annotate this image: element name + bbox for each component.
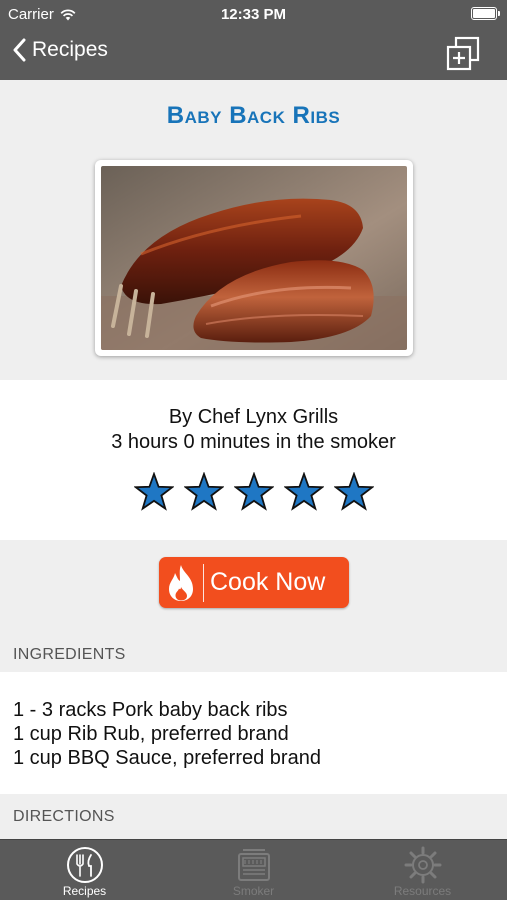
recipe-info: By Chef Lynx Grills 3 hours 0 minutes in… bbox=[0, 380, 507, 540]
gear-icon bbox=[404, 846, 441, 884]
recipe-hero: Baby Back Ribs bbox=[0, 80, 507, 380]
ingredients-header: INGREDIENTS bbox=[0, 632, 507, 672]
star-icon[interactable] bbox=[283, 472, 324, 512]
cook-now-section: Cook Now bbox=[0, 540, 507, 632]
status-bar: Carrier 12:33 PM bbox=[0, 0, 507, 28]
add-to-list-button[interactable] bbox=[443, 34, 483, 74]
chevron-left-icon bbox=[13, 38, 26, 62]
tab-recipes[interactable]: Recipes bbox=[0, 840, 169, 900]
chef-name: By Chef Lynx Grills bbox=[168, 406, 339, 428]
directions-header: DIRECTIONS bbox=[0, 794, 507, 836]
add-copy-icon bbox=[446, 36, 480, 71]
back-button[interactable]: Recipes bbox=[12, 38, 108, 62]
ingredient-item: 1 cup Rib Rub, preferred brand bbox=[13, 723, 289, 745]
tab-label: Smoker bbox=[232, 884, 275, 898]
smoke-time: 3 hours 0 minutes in the smoker bbox=[111, 431, 396, 453]
back-label: Recipes bbox=[32, 38, 108, 61]
battery-icon bbox=[471, 7, 500, 20]
star-icon[interactable] bbox=[233, 472, 274, 512]
cook-now-button[interactable]: Cook Now bbox=[159, 557, 349, 608]
button-divider bbox=[203, 563, 204, 602]
rating-stars[interactable] bbox=[0, 472, 507, 512]
star-icon[interactable] bbox=[333, 472, 374, 512]
navigation-bar: Recipes bbox=[0, 28, 507, 80]
tab-bar: Recipes Smoker Resources bbox=[0, 839, 507, 900]
recipe-title: Baby Back Ribs bbox=[166, 102, 341, 129]
ingredients-list: 1 - 3 racks Pork baby back ribs 1 cup Rib… bbox=[0, 672, 507, 794]
tab-label: Recipes bbox=[62, 884, 107, 898]
clock: 12:33 PM bbox=[220, 6, 287, 23]
star-icon[interactable] bbox=[133, 472, 174, 512]
star-icon[interactable] bbox=[183, 472, 224, 512]
tab-resources[interactable]: Resources bbox=[338, 840, 507, 900]
smoker-icon bbox=[237, 849, 270, 881]
tab-label: Resources bbox=[393, 884, 452, 898]
recipe-photo-frame bbox=[95, 160, 413, 356]
tab-smoker[interactable]: Smoker bbox=[169, 840, 338, 900]
cook-now-label: Cook Now bbox=[210, 568, 326, 596]
recipe-photo bbox=[101, 166, 407, 350]
ingredient-item: 1 cup BBQ Sauce, preferred brand bbox=[13, 747, 321, 769]
flame-icon bbox=[159, 557, 203, 608]
ingredient-item: 1 - 3 racks Pork baby back ribs bbox=[13, 699, 288, 721]
fork-knife-icon bbox=[66, 847, 103, 883]
